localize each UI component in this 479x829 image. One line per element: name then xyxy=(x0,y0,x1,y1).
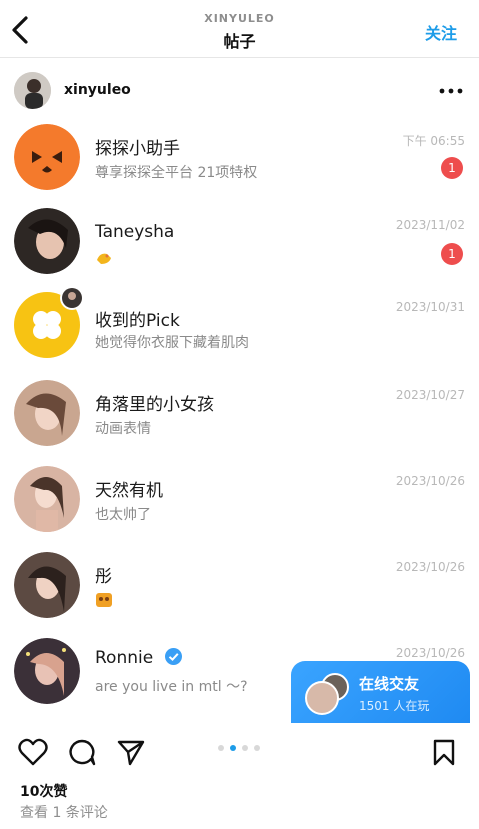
chat-row[interactable]: 天然有机 也太帅了 2023/10/26 xyxy=(0,464,479,550)
chat-time: 2023/10/26 xyxy=(395,560,465,574)
chat-name: Ronnie xyxy=(95,648,182,668)
avatar xyxy=(14,208,80,274)
header-username: XINYULEO xyxy=(204,12,275,25)
pill-avatar xyxy=(305,681,339,715)
verified-badge-icon xyxy=(164,648,182,665)
chat-preview: 她觉得你衣服下藏着肌肉 xyxy=(95,335,249,351)
emoji-icon xyxy=(97,253,111,264)
chat-name: 天然有机 xyxy=(95,481,163,501)
post-actions xyxy=(0,726,479,778)
author-name[interactable]: xinyuleo xyxy=(64,82,131,98)
like-count[interactable]: 10次赞 xyxy=(20,781,67,801)
carousel-indicator xyxy=(218,745,264,753)
more-options-icon[interactable] xyxy=(439,88,463,94)
avatar xyxy=(14,638,80,704)
chat-row[interactable]: 角落里的小女孩 动画表情 2023/10/27 xyxy=(0,378,479,464)
online-dating-pill[interactable]: 在线交友 1501 人在玩 xyxy=(291,661,470,723)
chat-name-text: Ronnie xyxy=(95,648,154,668)
chat-preview: 动画表情 xyxy=(95,421,151,437)
carousel-dot xyxy=(218,745,224,751)
unread-badge: 1 xyxy=(441,243,463,265)
heart-icon[interactable] xyxy=(18,738,48,766)
chat-preview: 也太帅了 xyxy=(95,507,151,523)
chat-preview: 尊享探探全平台 21项特权 xyxy=(95,165,258,181)
post-image[interactable]: 探探小助手 尊享探探全平台 21项特权 下午 06:55 1 Taneysha … xyxy=(0,122,479,726)
avatar xyxy=(14,286,84,358)
chat-name: 探探小助手 xyxy=(95,139,180,159)
pill-title: 在线交友 xyxy=(359,675,420,693)
chat-name: 收到的Pick xyxy=(95,311,180,331)
chat-row[interactable]: 收到的Pick 她觉得你衣服下藏着肌肉 2023/10/31 xyxy=(0,286,479,378)
avatar xyxy=(14,380,80,446)
chat-time: 2023/10/26 xyxy=(395,474,465,488)
carousel-dot-active xyxy=(230,745,236,751)
view-comments-link[interactable]: 查看 1 条评论 xyxy=(20,802,108,822)
pill-subtitle: 1501 人在玩 xyxy=(359,699,430,713)
chat-time: 2023/11/02 xyxy=(395,218,465,232)
top-bar: XINYULEO 帖子 关注 xyxy=(0,0,479,58)
small-avatar-icon xyxy=(60,286,84,310)
chat-time: 2023/10/27 xyxy=(395,388,465,402)
follow-button[interactable]: 关注 xyxy=(425,20,457,44)
avatar xyxy=(14,124,80,190)
chat-time: 下午 06:55 xyxy=(402,134,465,148)
bookmark-icon[interactable] xyxy=(432,738,456,766)
share-icon[interactable] xyxy=(116,738,146,766)
carousel-dot xyxy=(242,745,248,751)
page-title: 帖子 xyxy=(223,32,256,51)
post-author-row: xinyuleo xyxy=(0,58,479,122)
chat-name: 彤 xyxy=(95,567,112,587)
carousel-dot xyxy=(254,745,260,751)
chat-row[interactable]: 彤 2023/10/26 xyxy=(0,550,479,636)
chat-time: 2023/10/31 xyxy=(395,300,465,314)
avatar xyxy=(14,552,80,618)
unread-badge: 1 xyxy=(441,157,463,179)
chat-time: 2023/10/26 xyxy=(395,646,465,660)
emoji-icon xyxy=(96,593,112,607)
chat-name: 角落里的小女孩 xyxy=(95,395,214,415)
chat-row[interactable]: 探探小助手 尊享探探全平台 21项特权 下午 06:55 1 xyxy=(0,122,479,208)
comment-icon[interactable] xyxy=(67,738,97,766)
author-avatar[interactable] xyxy=(14,72,51,109)
avatar xyxy=(14,466,80,532)
chat-preview: are you live in mtl ～? xyxy=(95,679,248,695)
chat-name: Taneysha xyxy=(95,222,175,242)
chat-row[interactable]: Taneysha 2023/11/02 1 xyxy=(0,208,479,294)
